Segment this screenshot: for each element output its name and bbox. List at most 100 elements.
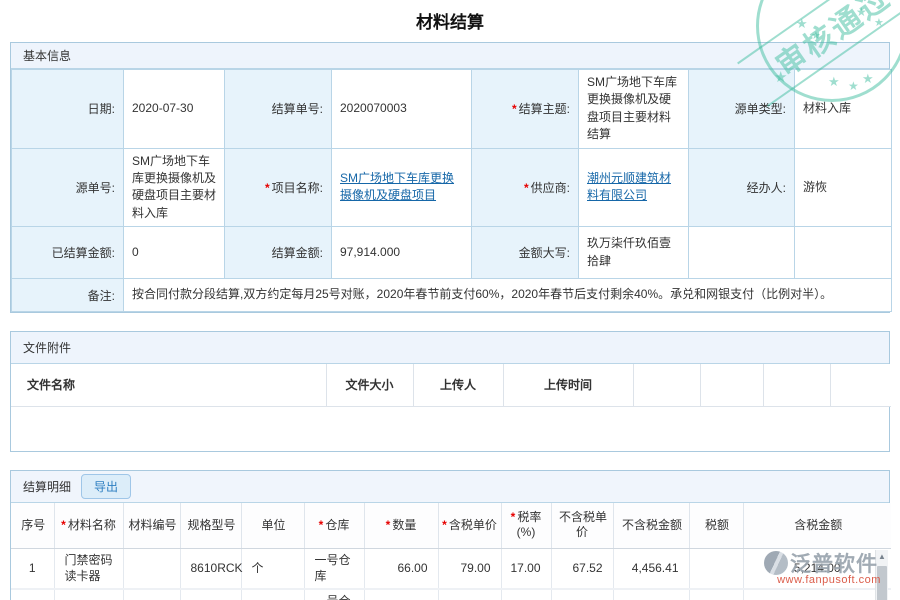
- col-amount-with-tax: 含税金额: [743, 503, 891, 549]
- basic-info-panel: 基本信息 日期: 2020-07-30 结算单号: 2020070003 *结算…: [10, 42, 890, 313]
- basic-info-header: 基本信息: [11, 43, 889, 69]
- col-quantity: *数量: [364, 503, 438, 549]
- basic-info-row-3: 已结算金额: 0 结算金额: 97,914.000 金额大写: 玖万柒仟玖佰壹拾…: [12, 227, 892, 279]
- cell-spec-model: 8611RC: [180, 589, 241, 600]
- cell-spec-model: 8610RCK: [180, 549, 241, 589]
- details-row-1: 1 门禁密码读卡器 8610RCK 个 一号仓库 66.00 79.00 17.…: [11, 549, 891, 589]
- amount-in-words-label: 金额大写:: [472, 227, 579, 279]
- cell-material-code: [123, 589, 180, 600]
- supplier-link[interactable]: 潮州元顺建筑材料有限公司: [587, 171, 671, 202]
- col-empty: [700, 364, 763, 406]
- attachments-header-row: 文件名称 文件大小 上传人 上传时间: [11, 364, 891, 406]
- empty-cell: [689, 227, 795, 279]
- col-price-with-tax: *含税单价: [438, 503, 501, 549]
- scrollbar-thumb[interactable]: [877, 566, 887, 600]
- details-header-row: 序号 *材料名称 材料编号 规格型号 单位 *仓库 *数量 *含税单价 *税率(…: [11, 503, 891, 549]
- project-name-label: *项目名称:: [225, 148, 332, 227]
- source-no-label: 源单号:: [12, 148, 124, 227]
- settlement-subject-value: SM广场地下车库更换摄像机及硬盘项目主要材料结算: [579, 70, 689, 149]
- cell-price-no-tax: 395.73: [551, 589, 613, 600]
- col-spec-model: 规格型号: [180, 503, 241, 549]
- source-type-label: 源单类型:: [689, 70, 795, 149]
- cell-price-with-tax: 463.00: [438, 589, 501, 600]
- cell-tax-rate: 17.00: [501, 549, 551, 589]
- col-unit: 单位: [241, 503, 304, 549]
- cell-seq: 2: [11, 589, 54, 600]
- project-name-value: SM广场地下车库更换摄像机及硬盘项目: [332, 148, 472, 227]
- required-star: *: [524, 181, 529, 195]
- col-file-name: 文件名称: [11, 364, 326, 406]
- cell-price-no-tax: 67.52: [551, 549, 613, 589]
- cell-material-code: [123, 549, 180, 589]
- page-title: 材料结算: [0, 0, 900, 42]
- col-warehouse: *仓库: [304, 503, 364, 549]
- attachments-title: 文件附件: [23, 339, 71, 356]
- cell-amount-with-tax: 34,725.00: [743, 589, 891, 600]
- remark-value: 按合同付款分段结算,双方约定每月25号对账，2020年春节前支付60%，2020…: [124, 279, 892, 312]
- details-header: 结算明细 导出: [11, 471, 889, 503]
- col-material-code: 材料编号: [123, 503, 180, 549]
- details-table: 序号 *材料名称 材料编号 规格型号 单位 *仓库 *数量 *含税单价 *税率(…: [11, 503, 891, 600]
- col-tax-rate: *税率(%): [501, 503, 551, 549]
- cell-tax-amount: [689, 549, 743, 589]
- details-vertical-scrollbar[interactable]: ▲: [875, 550, 888, 600]
- empty-cell: [795, 227, 892, 279]
- settled-amount-value: 0: [124, 227, 225, 279]
- required-star: *: [512, 102, 517, 116]
- remark-label: 备注:: [12, 279, 124, 312]
- cell-unit: 个: [241, 589, 304, 600]
- cell-seq: 1: [11, 549, 54, 589]
- settlement-amount-label: 结算金额:: [225, 227, 332, 279]
- settlement-amount-value: 97,914.000: [332, 227, 472, 279]
- details-row-2: 2 读卡器 8611RC 个 一号仓库 75.00 463.00 17.00 3…: [11, 589, 891, 600]
- supplier-value: 潮州元顺建筑材料有限公司: [579, 148, 689, 227]
- cell-warehouse: 一号仓库: [304, 589, 364, 600]
- details-title: 结算明细: [23, 478, 71, 495]
- source-no-value: SM广场地下车库更换摄像机及硬盘项目主要材料入库: [124, 148, 225, 227]
- col-amount-no-tax: 不含税金额: [613, 503, 689, 549]
- cell-unit: 个: [241, 549, 304, 589]
- cell-tax-amount: [689, 589, 743, 600]
- col-tax-amount: 税额: [689, 503, 743, 549]
- attachments-table: 文件名称 文件大小 上传人 上传时间: [11, 364, 891, 407]
- date-value: 2020-07-30: [124, 70, 225, 149]
- col-empty: [830, 364, 891, 406]
- settled-amount-label: 已结算金额:: [12, 227, 124, 279]
- col-file-size: 文件大小: [326, 364, 413, 406]
- required-star: *: [265, 181, 270, 195]
- details-panel: 结算明细 导出 序号 *材料名称 材料编号 规格型号 单位 *仓库 *数量 *含…: [10, 470, 890, 600]
- cell-price-with-tax: 79.00: [438, 549, 501, 589]
- project-link[interactable]: SM广场地下车库更换摄像机及硬盘项目: [340, 171, 454, 202]
- col-seq: 序号: [11, 503, 54, 549]
- cell-amount-no-tax: 29,679.49: [613, 589, 689, 600]
- cell-material-name: 读卡器: [54, 589, 123, 600]
- col-material-name: *材料名称: [54, 503, 123, 549]
- cell-amount-no-tax: 4,456.41: [613, 549, 689, 589]
- export-button[interactable]: 导出: [81, 474, 131, 499]
- col-upload-time: 上传时间: [503, 364, 633, 406]
- cell-quantity: 75.00: [364, 589, 438, 600]
- cell-amount-with-tax: 5,214.00: [743, 549, 891, 589]
- cell-tax-rate: 17.00: [501, 589, 551, 600]
- settlement-subject-label: *结算主题:: [472, 70, 579, 149]
- settlement-no-value: 2020070003: [332, 70, 472, 149]
- cell-material-name: 门禁密码读卡器: [54, 549, 123, 589]
- basic-info-remark-row: 备注: 按合同付款分段结算,双方约定每月25号对账，2020年春节前支付60%，…: [12, 279, 892, 312]
- col-empty: [633, 364, 700, 406]
- attachments-header: 文件附件: [11, 332, 889, 364]
- cell-warehouse: 一号仓库: [304, 549, 364, 589]
- date-label: 日期:: [12, 70, 124, 149]
- basic-info-row-1: 日期: 2020-07-30 结算单号: 2020070003 *结算主题: S…: [12, 70, 892, 149]
- handler-label: 经办人:: [689, 148, 795, 227]
- attachments-empty-body: [11, 407, 889, 451]
- handler-value: 游恢: [795, 148, 892, 227]
- source-type-value: 材料入库: [795, 70, 892, 149]
- basic-info-row-2: 源单号: SM广场地下车库更换摄像机及硬盘项目主要材料入库 *项目名称: SM广…: [12, 148, 892, 227]
- supplier-label: *供应商:: [472, 148, 579, 227]
- col-price-no-tax: 不含税单价: [551, 503, 613, 549]
- scroll-up-icon[interactable]: ▲: [876, 550, 888, 564]
- col-empty: [763, 364, 830, 406]
- cell-quantity: 66.00: [364, 549, 438, 589]
- basic-info-title: 基本信息: [23, 47, 71, 64]
- basic-info-table: 日期: 2020-07-30 结算单号: 2020070003 *结算主题: S…: [11, 69, 892, 312]
